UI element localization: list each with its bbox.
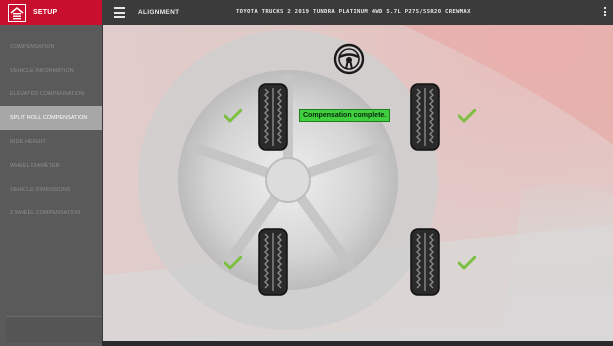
steering-wheel-icon: [333, 43, 365, 75]
checkmark-icon: [458, 109, 476, 123]
status-message: Compensation complete.: [299, 109, 391, 122]
main-panel: Compensation complete.: [103, 25, 613, 341]
setup-header-button[interactable]: SETUP: [0, 0, 102, 25]
checkmark-icon: [224, 109, 242, 123]
home-icon: [8, 3, 26, 22]
sidebar-menu: COMPENSATION VEHICLE INFORMATION ELEVATE…: [0, 35, 102, 225]
vehicle-description: TOYOTA TRUCKS 2 2019 TUNDRA PLATINUM 4WD…: [236, 9, 471, 15]
sidebar-item-label: RIDE HEIGHT: [10, 139, 46, 146]
tire-icon: [258, 83, 288, 151]
sidebar-item-label: 2 WHEEL COMPENSATION: [10, 210, 81, 217]
sidebar-item-label: ELEVATED COMPENSATION: [10, 91, 85, 98]
sidebar-item-wheel-diameter[interactable]: WHEEL DIAMETER: [0, 154, 102, 178]
sidebar-item-label: VEHICLE DIMENSIONS: [10, 186, 71, 193]
tire-icon: [410, 83, 440, 151]
sidebar-item-ride-height[interactable]: RIDE HEIGHT: [0, 130, 102, 154]
checkmark-icon: [224, 256, 242, 270]
sidebar-item-vehicle-dimensions[interactable]: VEHICLE DIMENSIONS: [0, 178, 102, 202]
menu-icon[interactable]: [114, 7, 125, 18]
sidebar-item-compensation[interactable]: COMPENSATION: [0, 35, 102, 59]
sidebar: SETUP COMPENSATION VEHICLE INFORMATION E…: [0, 0, 103, 346]
section-title: ALIGNMENT: [138, 9, 180, 16]
sidebar-item-label: COMPENSATION: [10, 43, 55, 50]
tire-icon: [258, 228, 288, 296]
sidebar-footer-panel: [6, 316, 102, 343]
top-bar: ALIGNMENT TOYOTA TRUCKS 2 2019 TUNDRA PL…: [102, 0, 613, 25]
tire-icon: [410, 228, 440, 296]
setup-label: SETUP: [33, 9, 58, 16]
sidebar-item-elevated-compensation[interactable]: ELEVATED COMPENSATION: [0, 83, 102, 107]
sidebar-item-label: WHEEL DIAMETER: [10, 162, 60, 169]
sidebar-item-split-roll-compensation[interactable]: SPLIT ROLL COMPENSATION: [0, 106, 102, 131]
sidebar-item-2-wheel-compensation[interactable]: 2 WHEEL COMPENSATION: [0, 202, 102, 226]
bottom-strip: [102, 341, 613, 346]
sidebar-item-label: VEHICLE INFORMATION: [10, 67, 74, 74]
sidebar-item-vehicle-information[interactable]: VEHICLE INFORMATION: [0, 59, 102, 83]
sidebar-item-label: SPLIT ROLL COMPENSATION: [10, 115, 88, 122]
checkmark-icon: [458, 256, 476, 270]
more-vert-icon[interactable]: [604, 7, 607, 18]
